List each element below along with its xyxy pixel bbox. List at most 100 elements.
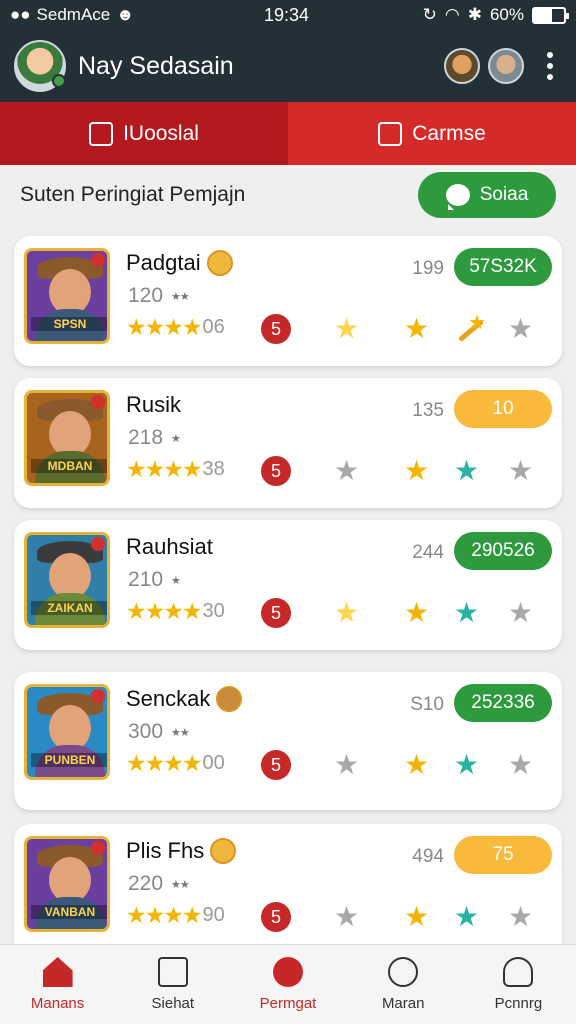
score-pill[interactable]: 75 <box>454 836 552 874</box>
rating-value: 00 <box>202 752 225 774</box>
bag-icon <box>378 121 403 146</box>
art-label: PUNBEN <box>31 753 107 767</box>
status-right: ↻ ◠ ✱ 60% <box>423 5 569 25</box>
star-outline-icon[interactable]: ★ <box>508 748 533 781</box>
player-sub-row: 300 ★★ <box>128 720 190 744</box>
battery-percent: 60% <box>489 5 524 24</box>
star-outline-icon[interactable]: ★ <box>508 596 533 629</box>
art-badge <box>91 689 105 703</box>
player-sub: 218 <box>128 426 164 449</box>
level-badge: 5 <box>261 314 291 344</box>
friend-avatar-2[interactable] <box>488 48 524 84</box>
star-icon[interactable]: ★ <box>404 748 429 781</box>
star-outline-icon[interactable]: ★ <box>334 748 359 781</box>
art-badge <box>91 253 105 267</box>
battery-icon <box>532 6 569 24</box>
star-icon[interactable]: ★ <box>334 596 359 629</box>
star-outline-icon[interactable]: ★ <box>508 454 533 487</box>
score-pill[interactable]: 57S32K <box>454 248 552 286</box>
status-bar: ●● SedmAce ☻ 19:34 ↻ ◠ ✱ 60% <box>0 0 576 30</box>
bluetooth-icon: ✱ <box>467 5 482 24</box>
nav-item-card[interactable]: Siehat <box>115 945 230 1024</box>
player-name: Rauhsiat <box>126 534 213 559</box>
player-card[interactable]: ZAIKAN Rauhsiat 210 ★ ★ ★ ★ ★ 30 5 ★ ★ ★ ★ 24… <box>14 520 562 650</box>
nav-label: Siehat <box>151 995 195 1012</box>
section-header: Suten Peringiat Pemjajn Soiaa <box>20 170 556 220</box>
chat-button[interactable]: Soiaa <box>418 172 556 218</box>
player-card[interactable]: SPSN Padgtai 120 ★★ ★★★★06 5 ★ ★ ★ 199 57… <box>14 236 562 366</box>
wifi-icon: ◠ <box>444 5 460 24</box>
star-outline-icon[interactable]: ★ <box>334 900 359 933</box>
score-pill[interactable]: 290526 <box>454 532 552 570</box>
level-badge: 5 <box>261 456 291 486</box>
player-card[interactable]: PUNBEN Senckak 300 ★★ ★ ★ ★ ★ 00 5 ★ ★ ★ ★ S1… <box>14 672 562 810</box>
player-card[interactable]: VANBAN Plis Fhs 220 ★★ ★ ★ ★ ★ 90 5 ★ ★ ★ ★ 4… <box>14 824 562 964</box>
bottom-nav: Manans Siehat Permgat Maran Pcnnrg <box>0 944 576 1024</box>
player-name: Plis Fhs <box>126 838 205 863</box>
star-icon[interactable]: ★ <box>404 900 429 933</box>
emoji-icon <box>210 838 237 864</box>
more-menu-icon[interactable] <box>538 52 562 80</box>
emoji-icon <box>206 250 233 276</box>
player-sub: 210 <box>128 568 164 591</box>
magic-star-icon[interactable]: ★ <box>454 900 479 933</box>
rating-value: 90 <box>202 904 225 926</box>
art-badge <box>91 841 105 855</box>
app-bar: Nay Sedasain <box>0 30 576 102</box>
nav-item-person[interactable]: Maran <box>346 945 461 1024</box>
star-icon[interactable]: ★ <box>404 312 429 345</box>
magic-star-icon[interactable]: ★ <box>454 454 479 487</box>
star-icon[interactable]: ★ <box>334 312 359 345</box>
player-count: 244 <box>412 542 444 563</box>
star-outline-icon[interactable]: ★ <box>334 454 359 487</box>
level-badge: 5 <box>261 598 291 628</box>
heart-badge-icon <box>273 957 303 987</box>
player-name-row: Senckak <box>126 686 243 712</box>
player-name: Senckak <box>126 686 211 711</box>
player-sub: 120 <box>128 284 164 307</box>
player-art: VANBAN <box>24 836 110 932</box>
player-name-row: Rusik <box>126 392 181 418</box>
mini-stars-icon: ★★ <box>171 878 190 891</box>
score-pill[interactable]: 10 <box>454 390 552 428</box>
friend-avatar-1[interactable] <box>444 48 480 84</box>
nav-label: Maran <box>381 995 425 1012</box>
player-card[interactable]: MDBAN Rusik 218 ★ ★ ★ ★ ★ 38 5 ★ ★ ★ ★ 135 10 <box>14 378 562 508</box>
star-icon[interactable]: ★ <box>404 596 429 629</box>
player-sub-row: 120 ★★ <box>128 284 190 308</box>
user-avatar[interactable] <box>14 40 66 92</box>
card-icon <box>157 957 188 987</box>
wand-icon[interactable] <box>454 310 488 344</box>
star-rating: ★ ★ ★ ★ 00 <box>126 750 225 776</box>
rating-value: 06 <box>202 316 225 338</box>
player-count: 135 <box>412 400 444 421</box>
magic-star-icon[interactable]: ★ <box>454 748 479 781</box>
chat-button-label: Soiaa <box>479 184 529 205</box>
star-rating: ★ ★ ★ ★ 30 <box>126 598 225 624</box>
tab-label: Carmse <box>412 121 486 145</box>
tab-first[interactable]: IUooslal <box>0 102 288 165</box>
page-title: Nay Sedasain <box>78 51 234 80</box>
carrier-label: SedmAce <box>36 5 111 24</box>
nav-item-profile[interactable]: Pcnnrg <box>461 945 576 1024</box>
nav-item-heart[interactable]: Permgat <box>230 945 345 1024</box>
art-badge <box>91 537 105 551</box>
star-outline-icon[interactable]: ★ <box>508 312 533 345</box>
level-badge: 5 <box>261 902 291 932</box>
notification-icon: ☻ <box>116 5 135 24</box>
star-outline-icon[interactable]: ★ <box>508 900 533 933</box>
score-pill[interactable]: 252336 <box>454 684 552 722</box>
tab-second[interactable]: Carmse <box>288 102 576 165</box>
player-name: Padgtai <box>126 250 201 275</box>
nav-item-home[interactable]: Manans <box>0 945 115 1024</box>
mini-star-icon: ★ <box>171 432 181 445</box>
player-sub-row: 210 ★ <box>128 568 181 592</box>
emoji-icon <box>216 686 243 712</box>
tab-bar: IUooslal Carmse <box>0 102 576 165</box>
player-sub-row: 220 ★★ <box>128 872 190 896</box>
magic-star-icon[interactable]: ★ <box>454 596 479 629</box>
home-icon <box>42 957 73 987</box>
art-label: SPSN <box>31 317 107 331</box>
star-icon[interactable]: ★ <box>404 454 429 487</box>
online-indicator <box>52 74 66 88</box>
